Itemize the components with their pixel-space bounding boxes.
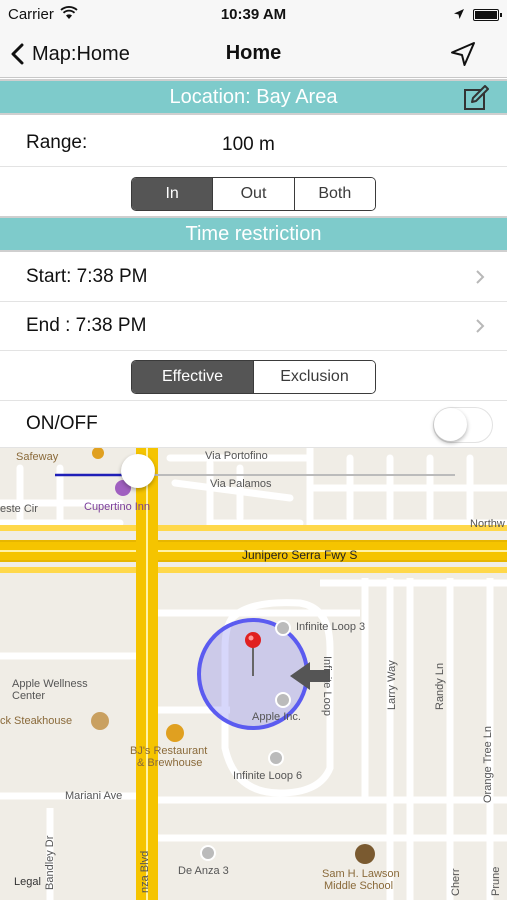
map-label-via-palamos: Via Palamos bbox=[210, 478, 272, 490]
battery-icon bbox=[473, 9, 502, 21]
range-value[interactable]: 100 m bbox=[222, 134, 275, 156]
map-label-infinite-loop-3: Infinite Loop 3 bbox=[296, 621, 366, 633]
map-label-bjs: BJ's Restaurant bbox=[130, 745, 208, 757]
map-label-prune: Prune bbox=[490, 866, 502, 896]
status-bar: Carrier 10:39 AM bbox=[0, 0, 507, 30]
map-label-brewhouse: & Brewhouse bbox=[137, 757, 203, 769]
end-time-label: End : 7:38 PM bbox=[26, 315, 147, 336]
edit-icon[interactable] bbox=[463, 85, 489, 111]
map-label-bandley: Bandley Dr bbox=[44, 835, 56, 890]
onoff-label: ON/OFF bbox=[26, 413, 98, 434]
map-label-mariani: Mariani Ave bbox=[65, 790, 123, 802]
segment-in[interactable]: In bbox=[132, 178, 214, 210]
location-arrow-icon bbox=[454, 9, 464, 19]
switch-knob bbox=[434, 408, 467, 441]
map-label-de-anza-3: De Anza 3 bbox=[178, 865, 229, 877]
map-label-randy-ln: Randy Ln bbox=[434, 662, 446, 710]
map-roads bbox=[0, 448, 507, 900]
map-label-steakhouse: ck Steakhouse bbox=[0, 715, 73, 727]
map-label-cherry: Cherr bbox=[450, 868, 462, 896]
start-time-row[interactable]: Start: 7:38 PM bbox=[0, 253, 507, 302]
map-label-orange-tree: Orange Tree Ln bbox=[482, 725, 494, 803]
map-label-infinite-loop-6: Infinite Loop 6 bbox=[233, 770, 303, 782]
segment-effective[interactable]: Effective bbox=[132, 361, 254, 393]
map-label-via-portofino: Via Portofino bbox=[205, 450, 268, 462]
page-title: Home bbox=[225, 42, 282, 64]
clock: 10:39 AM bbox=[220, 6, 287, 23]
navigation-bar: Map:Home Home bbox=[0, 30, 507, 78]
onoff-switch[interactable] bbox=[433, 407, 493, 443]
segment-out[interactable]: Out bbox=[213, 178, 295, 210]
time-restriction-label: Time restriction bbox=[185, 223, 322, 245]
onoff-row: ON/OFF bbox=[0, 400, 507, 448]
location-arrow-icon[interactable] bbox=[449, 40, 477, 68]
location-header-label: Location: Bay Area bbox=[169, 86, 338, 108]
segment-both[interactable]: Both bbox=[294, 178, 375, 210]
chevron-right-icon bbox=[476, 270, 485, 284]
map-label-middle-school: Middle School bbox=[324, 880, 394, 892]
map-legal-link[interactable]: Legal bbox=[14, 876, 41, 888]
range-label: Range: bbox=[26, 132, 88, 153]
time-restriction-header: Time restriction bbox=[0, 216, 507, 252]
map-label-larry-way: Larry Way bbox=[386, 660, 398, 710]
map-label-apple-wellness: Apple Wellness bbox=[12, 678, 88, 690]
map-view[interactable]: Safeway Via Portofino Via Palamos este C… bbox=[0, 448, 507, 900]
mode-segmented-control[interactable]: Effective Exclusion bbox=[131, 360, 376, 394]
segment-exclusion[interactable]: Exclusion bbox=[254, 361, 375, 393]
chevron-right-icon bbox=[476, 319, 485, 333]
map-label-apple-wellness-center: Center bbox=[12, 690, 46, 702]
map-label-este-cir: este Cir bbox=[0, 503, 38, 515]
map-label-de-anza-blvd: nza Blvd bbox=[139, 850, 151, 893]
start-time-label: Start: 7:38 PM bbox=[26, 266, 148, 287]
map-label-infinite-loop: Infinite Loop bbox=[321, 656, 333, 716]
direction-segmented-control[interactable]: In Out Both bbox=[131, 177, 376, 211]
map-label-junipero: Junipero Serra Fwy S bbox=[242, 548, 358, 562]
map-label-apple-inc: Apple Inc. bbox=[252, 711, 301, 723]
end-time-row[interactable]: End : 7:38 PM bbox=[0, 302, 507, 351]
range-slider-knob[interactable] bbox=[121, 454, 155, 488]
map-label-northw: Northw bbox=[470, 518, 505, 530]
range-row: Range: 100 m bbox=[0, 117, 507, 167]
location-header: Location: Bay Area bbox=[0, 79, 507, 115]
map-label-safeway: Safeway bbox=[16, 451, 59, 463]
map-label-sam-lawson: Sam H. Lawson bbox=[322, 868, 400, 880]
map-label-cupertino-inn: Cupertino Inn bbox=[84, 501, 151, 513]
